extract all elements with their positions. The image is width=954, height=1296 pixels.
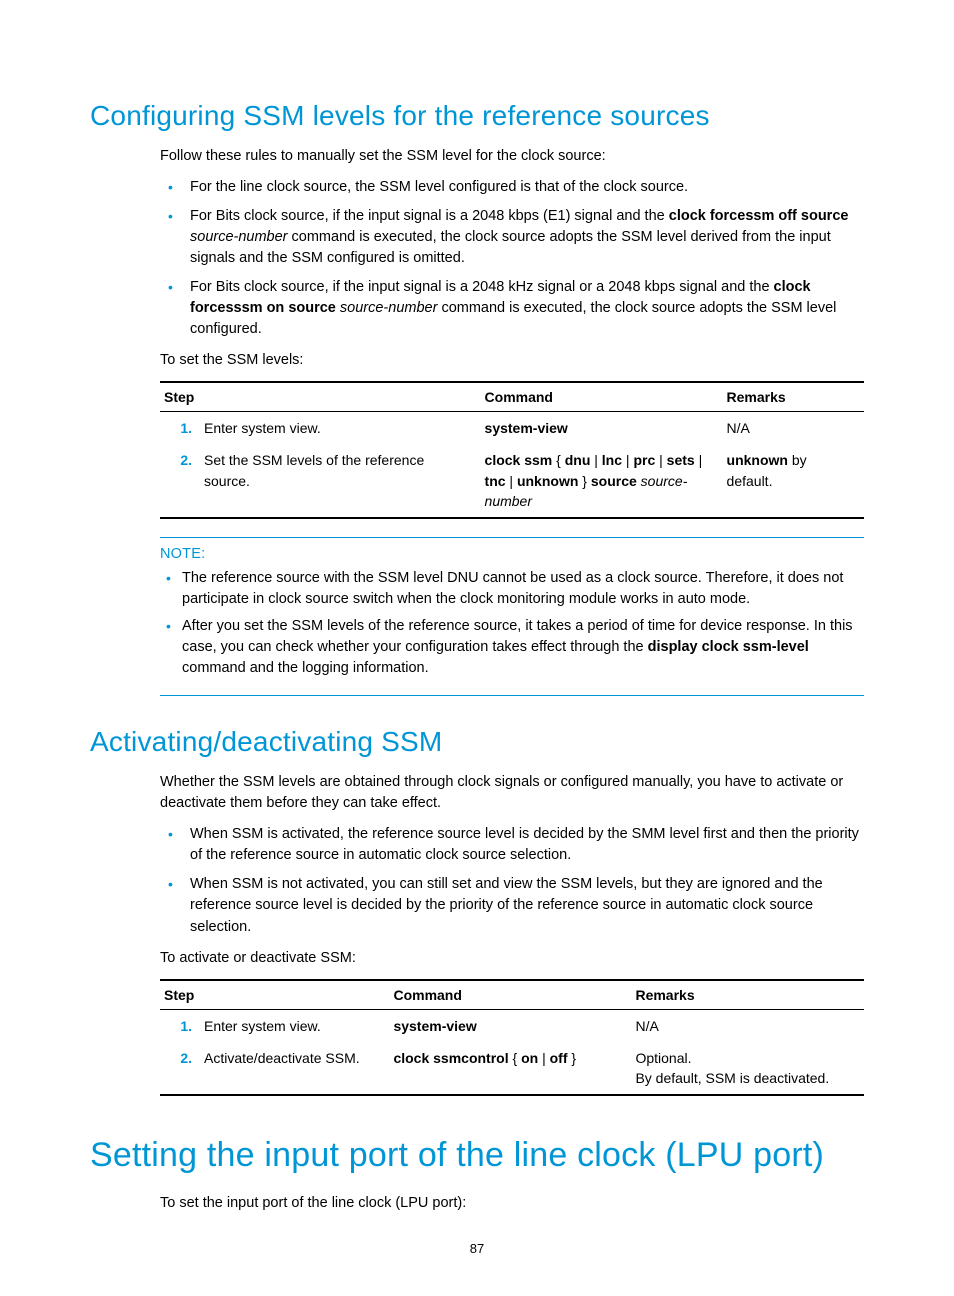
cmd-text: | bbox=[655, 452, 666, 468]
cmd-text: | bbox=[506, 473, 517, 489]
step-desc: Enter system view. bbox=[200, 412, 481, 445]
text: For Bits clock source, if the input sign… bbox=[190, 208, 669, 224]
bold-text: clock forcessm off source bbox=[669, 208, 849, 224]
cmd-bold: source bbox=[591, 473, 637, 489]
col-command: Command bbox=[389, 980, 631, 1010]
cmd-bold: lnc bbox=[602, 452, 622, 468]
step-number: 1. bbox=[160, 412, 200, 445]
cmd-bold: sets bbox=[667, 452, 695, 468]
command-cell: system-view bbox=[481, 412, 723, 445]
command-cell: clock ssmcontrol { on | off } bbox=[389, 1042, 631, 1096]
table-row: 2. Activate/deactivate SSM. clock ssmcon… bbox=[160, 1042, 864, 1096]
col-step: Step bbox=[160, 382, 481, 412]
rule-item: For Bits clock source, if the input sign… bbox=[160, 206, 864, 269]
note-item: The reference source with the SSM level … bbox=[160, 568, 864, 610]
chapter-heading-lpu-port: Setting the input port of the line clock… bbox=[90, 1136, 864, 1175]
note-label: NOTE: bbox=[160, 546, 864, 562]
remarks-cell: N/A bbox=[631, 1009, 864, 1042]
cmd-bold: clock ssm bbox=[485, 452, 553, 468]
section-heading-activate-ssm: Activating/deactivating SSM bbox=[90, 726, 864, 758]
section3-body: To set the input port of the line clock … bbox=[160, 1193, 864, 1214]
activate-list: When SSM is activated, the reference sou… bbox=[160, 824, 864, 937]
step-desc: Set the SSM levels of the reference sour… bbox=[200, 444, 481, 518]
section1-body: Follow these rules to manually set the S… bbox=[160, 146, 864, 696]
page: Configuring SSM levels for the reference… bbox=[0, 0, 954, 1296]
cmd-bold: unknown bbox=[517, 473, 578, 489]
cmd-text: | bbox=[538, 1050, 549, 1066]
ssm-levels-table: Step Command Remarks 1. Enter system vie… bbox=[160, 381, 864, 519]
remarks-cell: N/A bbox=[723, 412, 864, 445]
section-heading-ssm-levels: Configuring SSM levels for the reference… bbox=[90, 100, 864, 132]
cmd-text: } bbox=[578, 473, 590, 489]
rem-bold: unknown bbox=[727, 452, 788, 468]
col-remarks: Remarks bbox=[631, 980, 864, 1010]
cmd-text: { bbox=[552, 452, 564, 468]
step-number: 2. bbox=[160, 1042, 200, 1096]
step-desc: Activate/deactivate SSM. bbox=[200, 1042, 389, 1096]
cmd-bold: on bbox=[521, 1050, 538, 1066]
cmd-text: } bbox=[568, 1050, 577, 1066]
intro-paragraph: Follow these rules to manually set the S… bbox=[160, 146, 864, 167]
command-cell: clock ssm { dnu | lnc | prc | sets | tnc… bbox=[481, 444, 723, 518]
step-number: 1. bbox=[160, 1009, 200, 1042]
note-block: NOTE: The reference source with the SSM … bbox=[160, 537, 864, 696]
table-row: 1. Enter system view. system-view N/A bbox=[160, 1009, 864, 1042]
cmd-text: | bbox=[622, 452, 633, 468]
step-number: 2. bbox=[160, 444, 200, 518]
intro-paragraph: To set the input port of the line clock … bbox=[160, 1193, 864, 1214]
command-cell: system-view bbox=[389, 1009, 631, 1042]
table-row: 2. Set the SSM levels of the reference s… bbox=[160, 444, 864, 518]
rem-line: Optional. bbox=[635, 1048, 856, 1068]
rule-item: For Bits clock source, if the input sign… bbox=[160, 277, 864, 340]
section2-body: Whether the SSM levels are obtained thro… bbox=[160, 772, 864, 1096]
table-header-row: Step Command Remarks bbox=[160, 980, 864, 1010]
note-item: After you set the SSM levels of the refe… bbox=[160, 616, 864, 679]
page-number: 87 bbox=[0, 1241, 954, 1256]
italic-text: source-number bbox=[336, 300, 438, 316]
activate-ssm-table: Step Command Remarks 1. Enter system vie… bbox=[160, 979, 864, 1097]
cmd-bold: system-view bbox=[393, 1018, 476, 1034]
step-desc: Enter system view. bbox=[200, 1009, 389, 1042]
table-header-row: Step Command Remarks bbox=[160, 382, 864, 412]
cmd-text: { bbox=[509, 1050, 521, 1066]
note-text: command and the logging information. bbox=[182, 660, 429, 676]
col-command: Command bbox=[481, 382, 723, 412]
cmd-text: | bbox=[590, 452, 601, 468]
cmd-bold: tnc bbox=[485, 473, 506, 489]
remarks-cell: unknown by default. bbox=[723, 444, 864, 518]
cmd-bold: off bbox=[550, 1050, 568, 1066]
intro-paragraph: Whether the SSM levels are obtained thro… bbox=[160, 772, 864, 814]
text: For Bits clock source, if the input sign… bbox=[190, 279, 774, 295]
rem-line: By default, SSM is deactivated. bbox=[635, 1068, 856, 1088]
col-step: Step bbox=[160, 980, 389, 1010]
cmd-text: | bbox=[695, 452, 703, 468]
italic-text: source-number bbox=[190, 229, 288, 245]
col-remarks: Remarks bbox=[723, 382, 864, 412]
rules-list: For the line clock source, the SSM level… bbox=[160, 177, 864, 340]
list-item: When SSM is not activated, you can still… bbox=[160, 874, 864, 937]
cmd-bold: dnu bbox=[565, 452, 591, 468]
note-list: The reference source with the SSM level … bbox=[160, 568, 864, 679]
rule-item: For the line clock source, the SSM level… bbox=[160, 177, 864, 198]
cmd-bold: prc bbox=[633, 452, 655, 468]
lead-paragraph: To set the SSM levels: bbox=[160, 350, 864, 371]
list-item: When SSM is activated, the reference sou… bbox=[160, 824, 864, 866]
table-row: 1. Enter system view. system-view N/A bbox=[160, 412, 864, 445]
cmd-bold: clock ssmcontrol bbox=[393, 1050, 508, 1066]
note-bold: display clock ssm-level bbox=[648, 639, 809, 655]
cmd-bold: system-view bbox=[485, 420, 568, 436]
lead-paragraph: To activate or deactivate SSM: bbox=[160, 948, 864, 969]
remarks-cell: Optional. By default, SSM is deactivated… bbox=[631, 1042, 864, 1096]
